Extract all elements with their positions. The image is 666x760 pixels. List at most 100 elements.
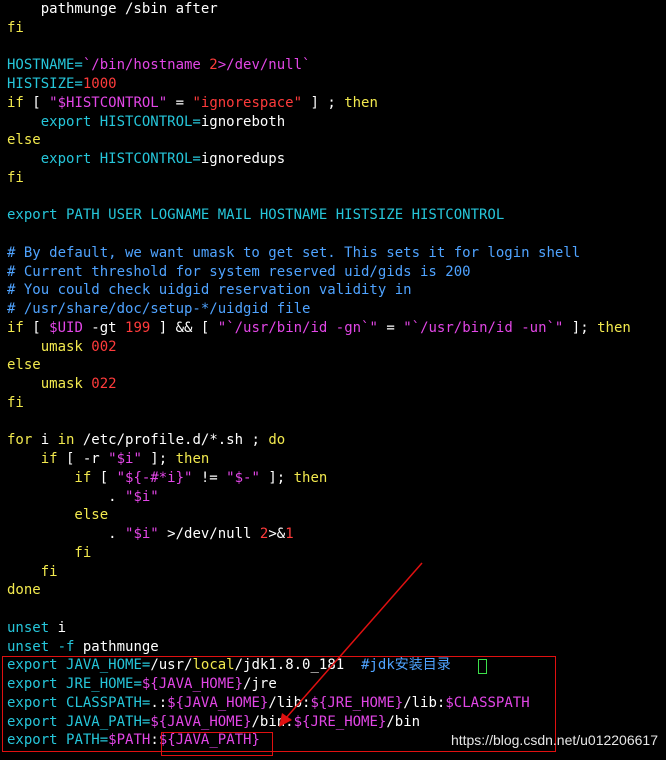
code-line: fi bbox=[7, 169, 24, 188]
code-token: pathmunge bbox=[82, 638, 159, 655]
code-token: then bbox=[597, 319, 631, 336]
code-token: 2 bbox=[209, 57, 218, 74]
code-token: /jre bbox=[243, 676, 277, 692]
code-token: # Current threshold for system reserved … bbox=[7, 263, 471, 280]
code-line: export HISTCONTROL=ignoredups bbox=[7, 150, 285, 169]
code-line: # /usr/share/doc/setup-*/uidgid file bbox=[7, 300, 310, 319]
code-line: # By default, we want umask to get set. … bbox=[7, 244, 580, 263]
code-token: ${JRE_HOME} bbox=[310, 694, 404, 711]
code-line: # You could check uidgid reservation val… bbox=[7, 281, 412, 300]
code-token: CLASSPATH= bbox=[66, 694, 151, 711]
code-line: . "$i" bbox=[7, 488, 159, 507]
code-token: JAVA_HOME= bbox=[66, 657, 151, 674]
code-token: $PATH bbox=[108, 732, 151, 749]
code-token: for bbox=[7, 432, 33, 449]
code-token: ] ; bbox=[302, 94, 345, 111]
code-token: ${JAVA_HOME} bbox=[141, 676, 244, 692]
code-token: local bbox=[192, 657, 235, 674]
code-token: HISTSIZE= bbox=[7, 76, 83, 92]
code-line: export JAVA_PATH=${JAVA_HOME}/bin:${JRE_… bbox=[7, 713, 420, 732]
code-token: then bbox=[175, 451, 210, 467]
code-token: HISTCONTROL= bbox=[99, 113, 201, 130]
code-token: export PATH USER LOGNAME MAIL HOSTNAME H… bbox=[7, 207, 505, 224]
code-token: [ bbox=[91, 469, 117, 486]
code-line: export PATH USER LOGNAME MAIL HOSTNAME H… bbox=[7, 206, 504, 225]
code-token: JRE_HOME= bbox=[66, 676, 142, 692]
code-token: else bbox=[7, 507, 109, 524]
terminal-window[interactable]: pathmunge /sbin after fi HOSTNAME=`/bin/ho… bbox=[0, 0, 666, 760]
code-line: done bbox=[7, 581, 41, 600]
code-line: export JAVA_HOME=/usr/local/jdk1.8.0_181… bbox=[7, 656, 451, 675]
code-token: "$i" bbox=[125, 488, 159, 505]
code-token: ${JAVA_HOME} bbox=[150, 713, 252, 730]
code-token: /bin bbox=[386, 713, 421, 730]
code-token: else bbox=[7, 357, 41, 374]
code-token: . bbox=[7, 526, 126, 542]
code-token: then bbox=[344, 94, 378, 111]
code-token: ignoreboth bbox=[200, 113, 286, 130]
code-token: [ -r bbox=[57, 451, 109, 467]
code-line: for i in /etc/profile.d/*.sh ; do bbox=[7, 431, 285, 450]
code-token: ]; bbox=[259, 469, 294, 486]
code-line: export CLASSPATH=.:${JAVA_HOME}/lib:${JR… bbox=[7, 694, 530, 713]
code-token: fi bbox=[7, 544, 92, 561]
code-token: /bin: bbox=[251, 713, 294, 730]
code-line: fi bbox=[7, 394, 24, 413]
code-token: ${JAVA_PATH} bbox=[158, 732, 260, 749]
code-token: $CLASSPATH bbox=[445, 694, 530, 711]
code-line: fi bbox=[7, 19, 24, 38]
code-line: else bbox=[7, 356, 41, 375]
code-token: = bbox=[167, 94, 193, 111]
code-token: pathmunge /sbin after bbox=[7, 1, 218, 17]
code-line: unset -f pathmunge bbox=[7, 638, 159, 657]
code-token: HOSTNAME= bbox=[7, 57, 83, 74]
code-token: != bbox=[192, 469, 227, 486]
code-token: export bbox=[7, 676, 67, 692]
code-token: if bbox=[7, 94, 24, 111]
code-token: 1 bbox=[285, 526, 294, 542]
code-token: export bbox=[7, 657, 67, 674]
code-line: if [ -r "$i" ]; then bbox=[7, 450, 210, 469]
code-token: in bbox=[57, 432, 75, 449]
code-token: i bbox=[32, 432, 58, 449]
code-token: /jdk1.8.0_181 bbox=[234, 657, 362, 674]
code-token: /lib: bbox=[268, 694, 311, 711]
watermark: https://blog.csdn.net/u012206617 bbox=[450, 732, 658, 748]
code-token: "`/usr/bin/id -un`" bbox=[403, 319, 564, 336]
code-token: "`/usr/bin/id -gn`" bbox=[217, 319, 378, 336]
code-token: fi bbox=[7, 394, 24, 411]
code-line: if [ $UID -gt 199 ] && [ "`/usr/bin/id -… bbox=[7, 319, 631, 338]
code-line: export JRE_HOME=${JAVA_HOME}/jre bbox=[7, 675, 277, 694]
code-token: "$i" bbox=[125, 526, 159, 542]
code-token: do bbox=[268, 432, 286, 449]
code-token: JAVA_PATH= bbox=[66, 713, 151, 730]
code-token: export bbox=[7, 694, 67, 711]
code-token: unset bbox=[7, 619, 50, 636]
code-token: -gt bbox=[82, 319, 126, 336]
code-line: HOSTNAME=`/bin/hostname 2>/dev/null` bbox=[7, 56, 310, 75]
code-token: . bbox=[7, 488, 126, 505]
code-token: = bbox=[377, 319, 404, 336]
code-token: export bbox=[7, 151, 100, 167]
code-token: [ bbox=[23, 319, 50, 336]
code-line: . "$i" >/dev/null 2>&1 bbox=[7, 525, 294, 544]
code-token: "ignorespace" bbox=[192, 94, 303, 111]
code-token: $UID bbox=[49, 319, 83, 336]
code-token: -f bbox=[49, 638, 83, 655]
code-token: else bbox=[7, 132, 41, 149]
code-token: .: bbox=[150, 694, 168, 711]
code-token: fi bbox=[7, 563, 58, 580]
code-token: export bbox=[7, 732, 67, 749]
code-line: else bbox=[7, 506, 108, 525]
code-token: "$HISTCONTROL" bbox=[49, 94, 168, 111]
code-token: if bbox=[7, 469, 92, 486]
code-token: /lib: bbox=[403, 694, 446, 711]
code-token: ${JAVA_HOME} bbox=[167, 694, 269, 711]
code-line: fi bbox=[7, 544, 91, 563]
code-line: umask 022 bbox=[7, 375, 117, 394]
code-token: `/bin/hostname bbox=[82, 57, 210, 74]
code-token: then bbox=[293, 469, 328, 486]
code-token: done bbox=[7, 582, 41, 599]
code-token: HISTCONTROL= bbox=[99, 151, 201, 167]
code-token: 199 bbox=[125, 319, 151, 336]
